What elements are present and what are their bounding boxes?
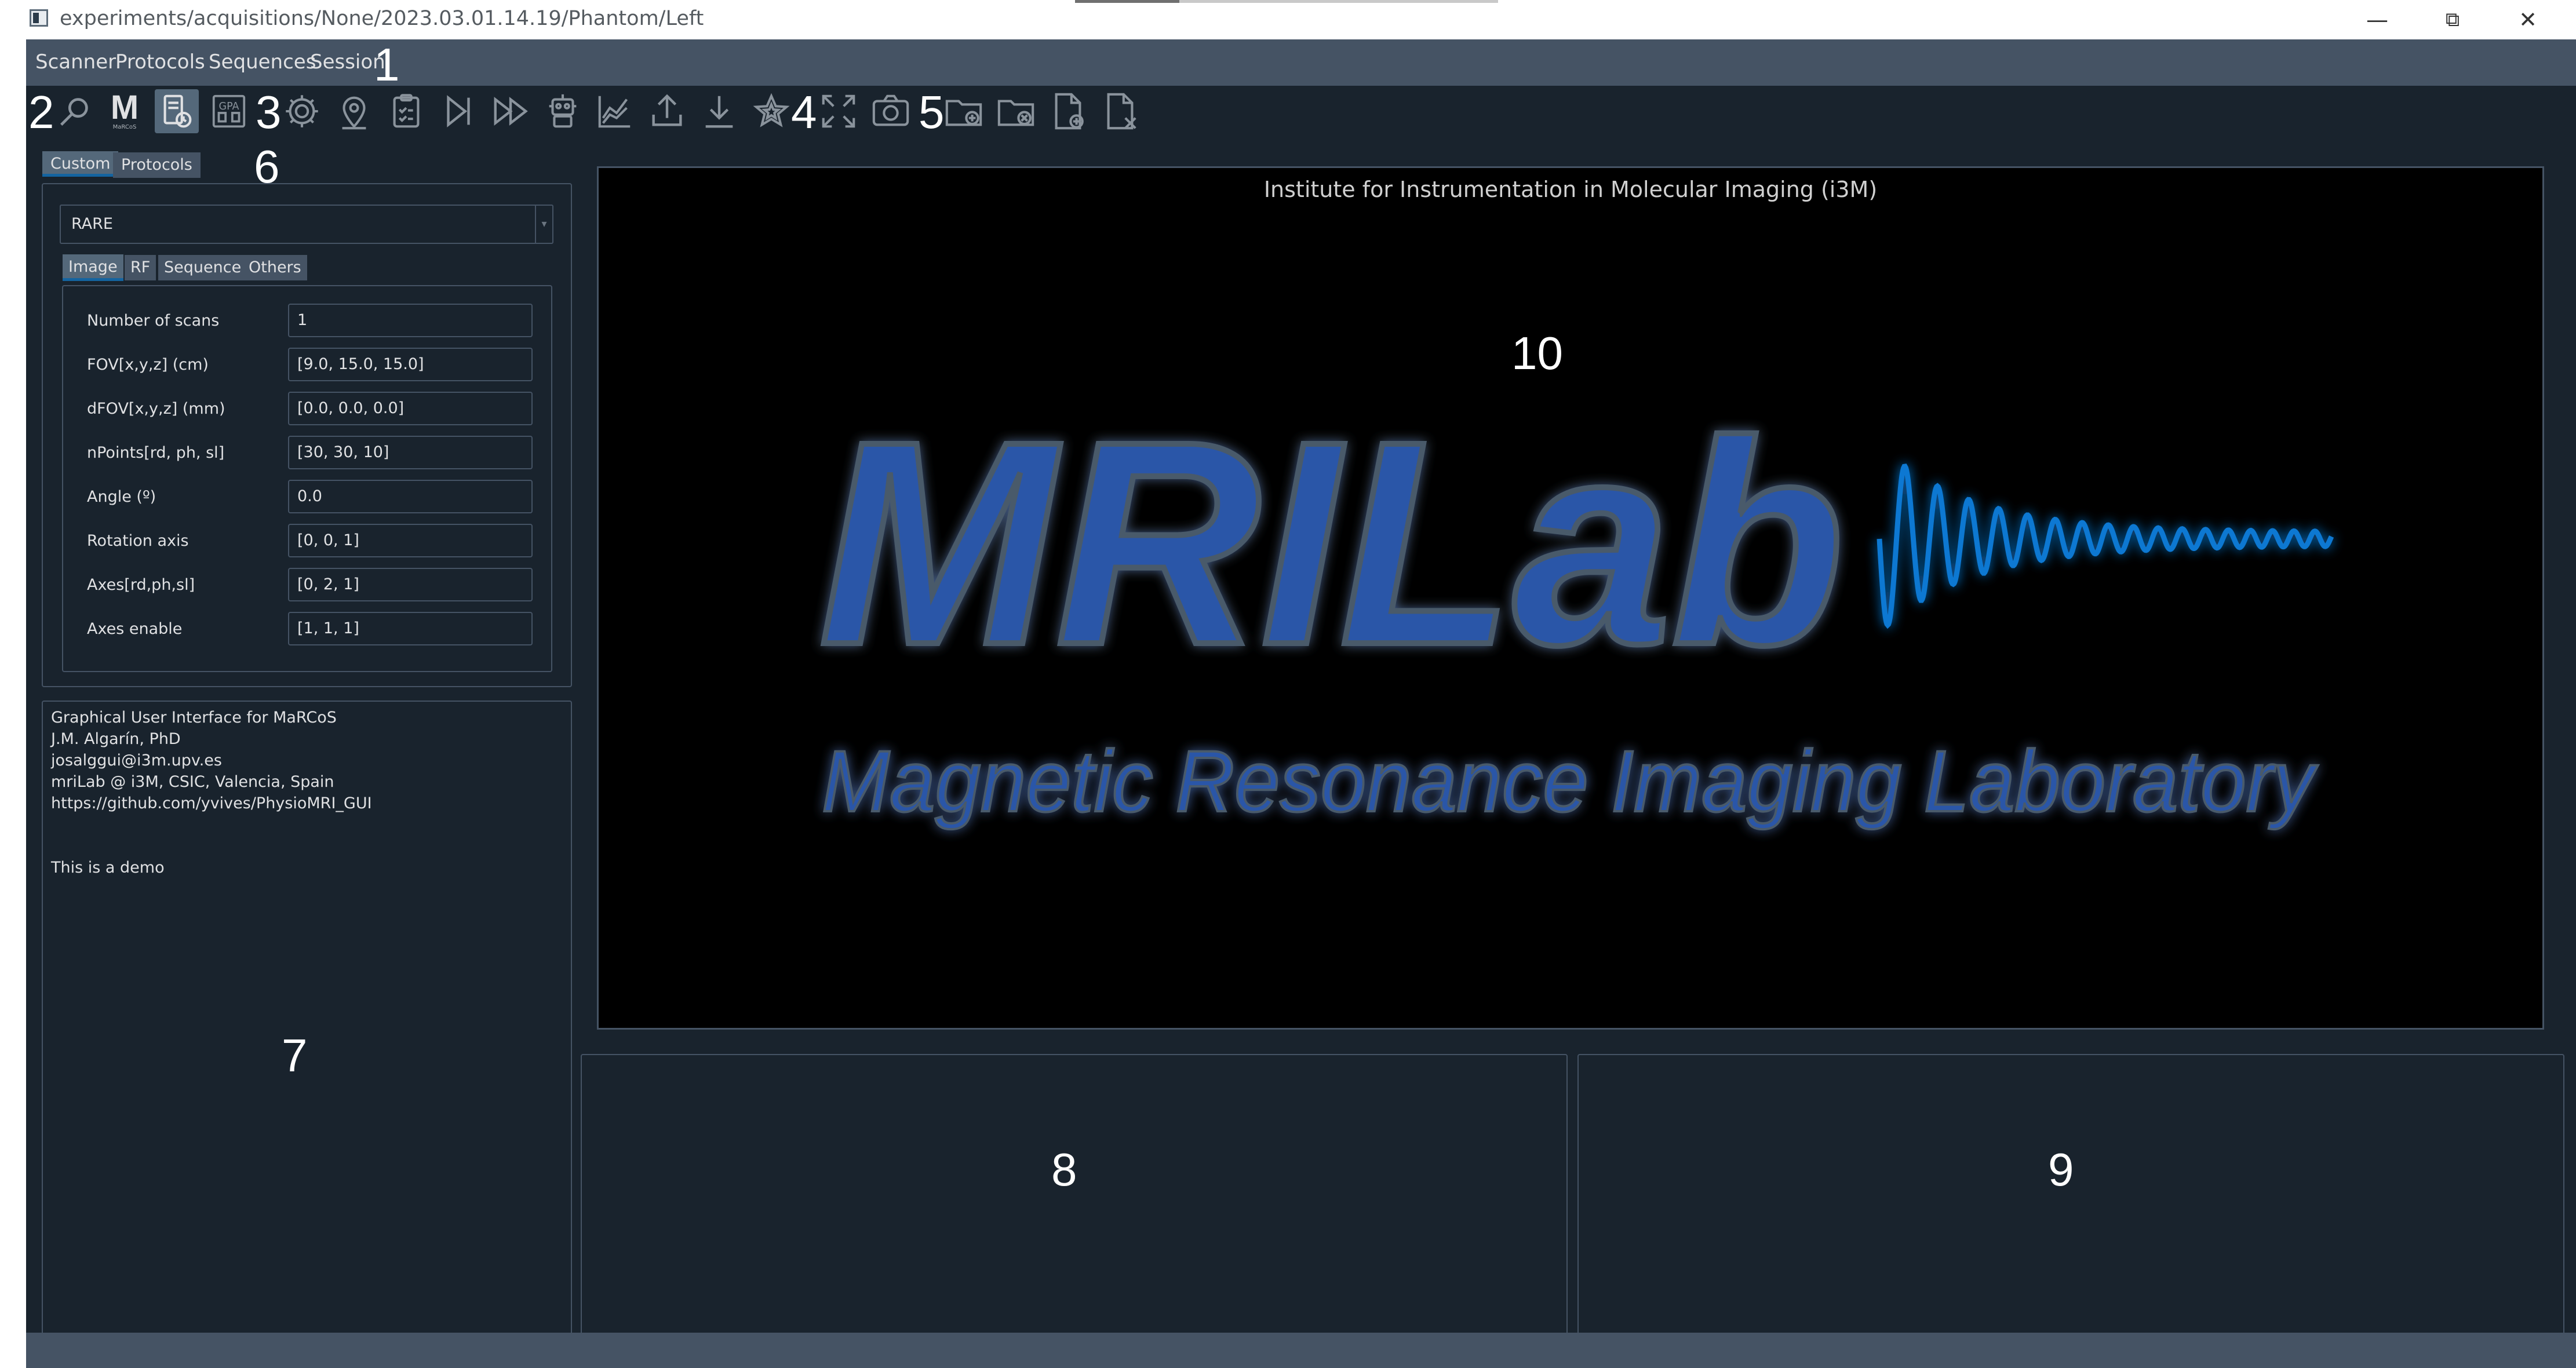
chart-icon[interactable] bbox=[593, 89, 637, 133]
param-label-fov: FOV[x,y,z] (cm) bbox=[87, 356, 209, 374]
callout-1: 1 bbox=[374, 39, 400, 90]
marcos-logo-letter: M bbox=[110, 89, 139, 126]
remove-folder-icon[interactable] bbox=[994, 89, 1038, 133]
param-label-rotation-axis: Rotation axis bbox=[87, 532, 189, 550]
fast-forward-icon[interactable] bbox=[489, 89, 533, 133]
callout-4: 4 bbox=[791, 86, 817, 138]
console-line: This is a demo bbox=[51, 859, 165, 877]
status-bar bbox=[26, 1333, 2576, 1368]
clipboard-check-icon[interactable] bbox=[384, 89, 428, 133]
gpa-icon[interactable]: GPA bbox=[207, 89, 251, 133]
settings-gear-icon[interactable] bbox=[280, 89, 324, 133]
console-line: Graphical User Interface for MaRCoS bbox=[51, 709, 337, 727]
logo-signal-wave bbox=[1877, 464, 2334, 629]
app-window: Scanner Protocols Sequences Session 1 2 … bbox=[26, 39, 2576, 1368]
tab-others[interactable]: Others bbox=[243, 255, 307, 280]
param-label-angle: Angle (º) bbox=[87, 488, 156, 506]
new-folder-icon[interactable] bbox=[942, 89, 986, 133]
marcos-logo-icon[interactable]: M MaRCoS bbox=[103, 89, 147, 133]
tab-rf[interactable]: RF bbox=[125, 255, 156, 280]
param-input-dfov[interactable]: [0.0, 0.0, 0.0] bbox=[288, 392, 533, 425]
callout-3: 3 bbox=[256, 86, 282, 138]
remove-file-icon[interactable] bbox=[1098, 89, 1142, 133]
download-icon[interactable] bbox=[697, 89, 741, 133]
param-input-axes-enable[interactable]: [1, 1, 1] bbox=[288, 612, 533, 645]
param-input-number-of-scans[interactable]: 1 bbox=[288, 304, 533, 337]
param-input-angle[interactable]: 0.0 bbox=[288, 480, 533, 513]
star-icon[interactable] bbox=[749, 89, 793, 133]
close-button[interactable]: ✕ bbox=[2490, 0, 2566, 39]
sequence-select-value: RARE bbox=[71, 215, 113, 233]
console-line: mriLab @ i3M, CSIC, Valencia, Spain bbox=[51, 773, 334, 791]
logo-subtitle: Magnetic Resonance Imaging Laboratory bbox=[822, 732, 2318, 830]
tab-custom[interactable]: Custom bbox=[42, 151, 119, 177]
mrilab-logo: MRILab Magnetic Resonance Imaging Labora… bbox=[816, 378, 2334, 831]
title-progress-fill bbox=[1075, 0, 1179, 3]
restore-button[interactable]: ⧉ bbox=[2415, 0, 2490, 39]
step-forward-icon[interactable] bbox=[436, 89, 480, 133]
app-window-icon bbox=[30, 9, 48, 27]
scanner-status-icon[interactable] bbox=[155, 89, 199, 133]
upload-icon[interactable] bbox=[645, 89, 689, 133]
main-plot-area[interactable]: Institute for Instrumentation in Molecul… bbox=[597, 166, 2544, 1030]
console-line: josalggui@i3m.upv.es bbox=[51, 752, 222, 769]
logo-title: MRILab bbox=[819, 381, 1845, 705]
param-label-axes: Axes[rd,ph,sl] bbox=[87, 576, 195, 594]
callout-9: 9 bbox=[2048, 1144, 2074, 1195]
window-titlebar: experiments/acquisitions/None/2023.03.01… bbox=[26, 0, 2576, 39]
param-label-npoints: nPoints[rd, ph, sl] bbox=[87, 444, 225, 462]
chevron-down-icon[interactable]: ▾ bbox=[535, 206, 552, 243]
robot-icon[interactable] bbox=[541, 89, 585, 133]
param-label-number-of-scans: Number of scans bbox=[87, 312, 220, 330]
tab-protocols[interactable]: Protocols bbox=[113, 152, 201, 178]
minimize-button[interactable]: — bbox=[2340, 0, 2415, 39]
param-input-rotation-axis[interactable]: [0, 0, 1] bbox=[288, 524, 533, 557]
param-input-npoints[interactable]: [30, 30, 10] bbox=[288, 436, 533, 469]
param-input-fov[interactable]: [9.0, 15.0, 15.0] bbox=[288, 348, 533, 381]
marcos-logo-caption: MaRCoS bbox=[112, 124, 137, 130]
sequence-select[interactable]: RARE ▾ bbox=[60, 205, 553, 244]
toolbar: 2 M MaRCoS GPA 3 4 5 bbox=[26, 86, 2576, 136]
tab-image[interactable]: Image bbox=[63, 254, 123, 281]
console-line: J.M. Algarín, PhD bbox=[51, 730, 181, 748]
tab-sequence[interactable]: Sequence bbox=[158, 255, 247, 280]
callout-2: 2 bbox=[28, 86, 54, 138]
callout-5: 5 bbox=[919, 86, 945, 138]
param-label-axes-enable: Axes enable bbox=[87, 620, 183, 638]
new-file-icon[interactable] bbox=[1046, 89, 1090, 133]
menu-scanner[interactable]: Scanner bbox=[35, 48, 116, 76]
search-icon[interactable] bbox=[53, 89, 97, 133]
console-line: https://github.com/yvives/PhysioMRI_GUI bbox=[51, 794, 372, 812]
menu-sequences[interactable]: Sequences bbox=[209, 48, 316, 76]
callout-7: 7 bbox=[282, 1030, 308, 1081]
console-output[interactable]: Graphical User Interface for MaRCoS J.M.… bbox=[42, 701, 572, 1359]
plot-panel-9[interactable]: 9 bbox=[1577, 1054, 2564, 1359]
fullscreen-icon[interactable] bbox=[817, 89, 861, 133]
menu-protocols[interactable]: Protocols bbox=[115, 48, 205, 76]
callout-8: 8 bbox=[1051, 1144, 1077, 1195]
gpa-label: GPA bbox=[219, 101, 239, 112]
param-input-axes[interactable]: [0, 2, 1] bbox=[288, 568, 533, 601]
camera-icon[interactable] bbox=[869, 89, 913, 133]
menu-bar: Scanner Protocols Sequences Session 1 bbox=[26, 39, 2576, 90]
param-label-dfov: dFOV[x,y,z] (mm) bbox=[87, 400, 225, 418]
window-title: experiments/acquisitions/None/2023.03.01… bbox=[60, 7, 704, 30]
location-pin-icon[interactable] bbox=[332, 89, 376, 133]
plot-panel-8[interactable]: 8 bbox=[581, 1054, 1568, 1359]
